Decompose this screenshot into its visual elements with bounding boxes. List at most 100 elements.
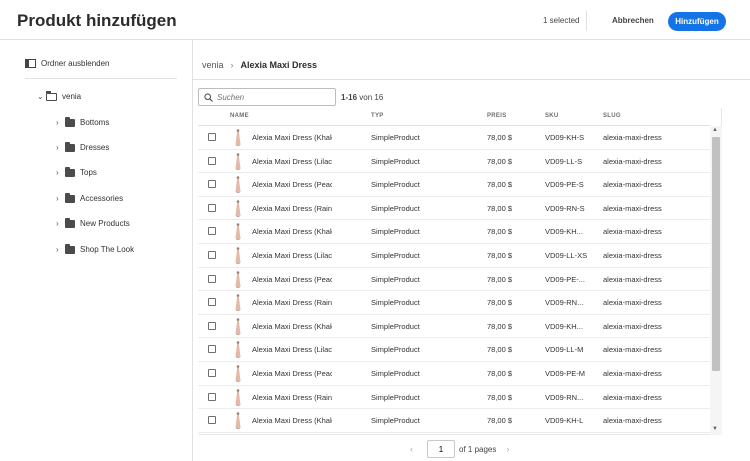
cancel-button[interactable]: Abbrechen: [600, 12, 666, 30]
hide-folders-toggle[interactable]: Ordner ausblenden: [25, 59, 110, 68]
cell-price: 78,00 $: [487, 416, 513, 426]
folder-icon: [65, 217, 75, 228]
row-checkbox[interactable]: [208, 203, 216, 212]
product-thumbnail: [235, 129, 241, 146]
product-thumbnail: [235, 388, 241, 406]
result-count: 1-16 von 16: [341, 93, 383, 102]
table-row[interactable]: Alexia Maxi Dress (Peach SimpleProduct 78,…: [198, 362, 710, 386]
table-row[interactable]: Alexia Maxi Dress (Khaki SimpleProduct 78,…: [198, 409, 710, 433]
chevron-right-icon: ›: [56, 219, 59, 228]
row-checkbox[interactable]: [208, 321, 216, 330]
main-divider: [193, 79, 750, 80]
cell-name: Alexia Maxi Dress (Peach: [252, 180, 332, 190]
cell-name: Alexia Maxi Dress (Rain,: [252, 203, 332, 213]
chevron-right-icon: ›: [56, 194, 59, 203]
result-range: 1-16: [341, 93, 358, 102]
scroll-up-icon[interactable]: ▲: [712, 127, 718, 133]
row-checkbox[interactable]: [208, 250, 216, 259]
column-header-sku[interactable]: SKU: [545, 113, 559, 119]
cell-slug: alexia-maxi-dress: [603, 133, 662, 142]
cell-sku: VD09-KH...: [545, 321, 583, 331]
tree-item-new-products[interactable]: › New Products: [56, 217, 130, 228]
table-row[interactable]: Alexia Maxi Dress (Lilac, SimpleProduct 78…: [198, 150, 710, 174]
previous-page-button[interactable]: ‹: [410, 444, 413, 454]
cell-type: SimpleProduct: [371, 133, 420, 142]
table-header: NAME TYP PREIS SKU SLUG: [198, 108, 710, 126]
cell-type: SimpleProduct: [371, 203, 420, 213]
tree-item-bottoms[interactable]: › Bottoms: [56, 116, 110, 127]
product-thumbnail: [235, 270, 241, 288]
page-input[interactable]: [427, 440, 455, 458]
table-row[interactable]: Alexia Maxi Dress (Rain, SimpleProduct 78,…: [198, 386, 710, 410]
cell-slug: alexia-maxi-dress: [603, 203, 662, 213]
column-header-type[interactable]: TYP: [371, 113, 384, 119]
row-checkbox[interactable]: [208, 274, 216, 283]
product-thumbnail: [235, 176, 241, 193]
search-input[interactable]: [217, 92, 329, 102]
row-checkbox[interactable]: [208, 392, 216, 401]
column-header-slug[interactable]: SLUG: [603, 113, 621, 119]
cell-slug: alexia-maxi-dress: [603, 227, 662, 237]
chevron-right-icon: ›: [56, 143, 59, 152]
cell-sku: VD09-RN-S: [545, 203, 585, 213]
cell-slug: alexia-maxi-dress: [603, 180, 662, 190]
row-checkbox[interactable]: [208, 227, 216, 236]
product-table: NAME TYP PREIS SKU SLUG Alexia Maxi Dres…: [198, 108, 722, 435]
row-checkbox[interactable]: [208, 416, 216, 425]
scroll-down-icon[interactable]: ▼: [712, 426, 718, 432]
cell-price: 78,00 $: [487, 368, 513, 378]
cell-slug: alexia-maxi-dress: [603, 298, 662, 308]
column-header-price[interactable]: PREIS: [487, 113, 507, 119]
scrollbar-thumb[interactable]: [712, 137, 720, 371]
cell-name: Alexia Maxi Dress (Khaki: [252, 416, 332, 426]
folder-icon: [65, 243, 75, 254]
cell-slug: alexia-maxi-dress: [603, 156, 662, 166]
row-checkbox[interactable]: [208, 345, 216, 354]
cell-slug: alexia-maxi-dress: [603, 416, 662, 426]
product-thumbnail: [235, 247, 241, 264]
cell-type: SimpleProduct: [371, 368, 420, 378]
header: Produkt hinzufügen 1 selected Abbrechen …: [0, 0, 750, 40]
add-button[interactable]: Hinzufügen: [668, 12, 726, 31]
column-header-name[interactable]: NAME: [230, 113, 249, 119]
search-box[interactable]: [198, 88, 336, 106]
chevron-right-icon: ›: [56, 168, 59, 177]
row-checkbox[interactable]: [208, 298, 216, 307]
table-row[interactable]: Alexia Maxi Dress (Rain, SimpleProduct 78,…: [198, 291, 710, 315]
cell-sku: VD09-LL-S: [545, 156, 583, 166]
folder-icon: [65, 116, 75, 127]
cell-price: 78,00 $: [487, 274, 513, 284]
tree-item-venia[interactable]: ⌄ venia: [37, 90, 81, 101]
cell-slug: alexia-maxi-dress: [603, 250, 662, 260]
tree-item-accessories[interactable]: › Accessories: [56, 192, 123, 203]
row-checkbox[interactable]: [208, 180, 216, 189]
cell-price: 78,00 $: [487, 227, 513, 237]
cell-slug: alexia-maxi-dress: [603, 392, 662, 402]
tree-item-tops[interactable]: › Tops: [56, 166, 97, 177]
table-row[interactable]: Alexia Maxi Dress (Khaki SimpleProduct 78,…: [198, 126, 710, 150]
table-row[interactable]: Alexia Maxi Dress (Peach SimpleProduct 78,…: [198, 173, 710, 197]
table-row[interactable]: Alexia Maxi Dress (Rain, SimpleProduct 78,…: [198, 197, 710, 221]
cell-slug: alexia-maxi-dress: [603, 321, 662, 331]
cell-type: SimpleProduct: [371, 298, 420, 308]
cell-type: SimpleProduct: [371, 156, 420, 166]
cell-type: SimpleProduct: [371, 321, 420, 331]
table-row[interactable]: Alexia Maxi Dress (Lilac, SimpleProduct 78…: [198, 244, 710, 268]
tree-item-shop-the-look[interactable]: › Shop The Look: [56, 243, 134, 254]
breadcrumb-root[interactable]: venia: [202, 60, 224, 70]
table-row[interactable]: Alexia Maxi Dress (Peach SimpleProduct 78,…: [198, 268, 710, 292]
table-row[interactable]: Alexia Maxi Dress (Khaki SimpleProduct 78,…: [198, 220, 710, 244]
tree-item-label: Bottoms: [80, 118, 110, 127]
row-checkbox[interactable]: [208, 133, 216, 141]
row-checkbox[interactable]: [208, 368, 216, 377]
table-row[interactable]: Alexia Maxi Dress (Lilac, SimpleProduct 78…: [198, 338, 710, 362]
next-page-button[interactable]: ›: [506, 444, 509, 454]
tree-item-label: Tops: [80, 168, 97, 177]
tree-item-dresses[interactable]: › Dresses: [56, 141, 109, 152]
table-row[interactable]: Alexia Maxi Dress (Khaki SimpleProduct 78,…: [198, 315, 710, 339]
cell-type: SimpleProduct: [371, 345, 420, 355]
hide-folders-label: Ordner ausblenden: [41, 59, 110, 68]
row-checkbox[interactable]: [208, 156, 216, 165]
folder-icon: [65, 192, 75, 203]
breadcrumb: venia › Alexia Maxi Dress: [202, 60, 317, 70]
